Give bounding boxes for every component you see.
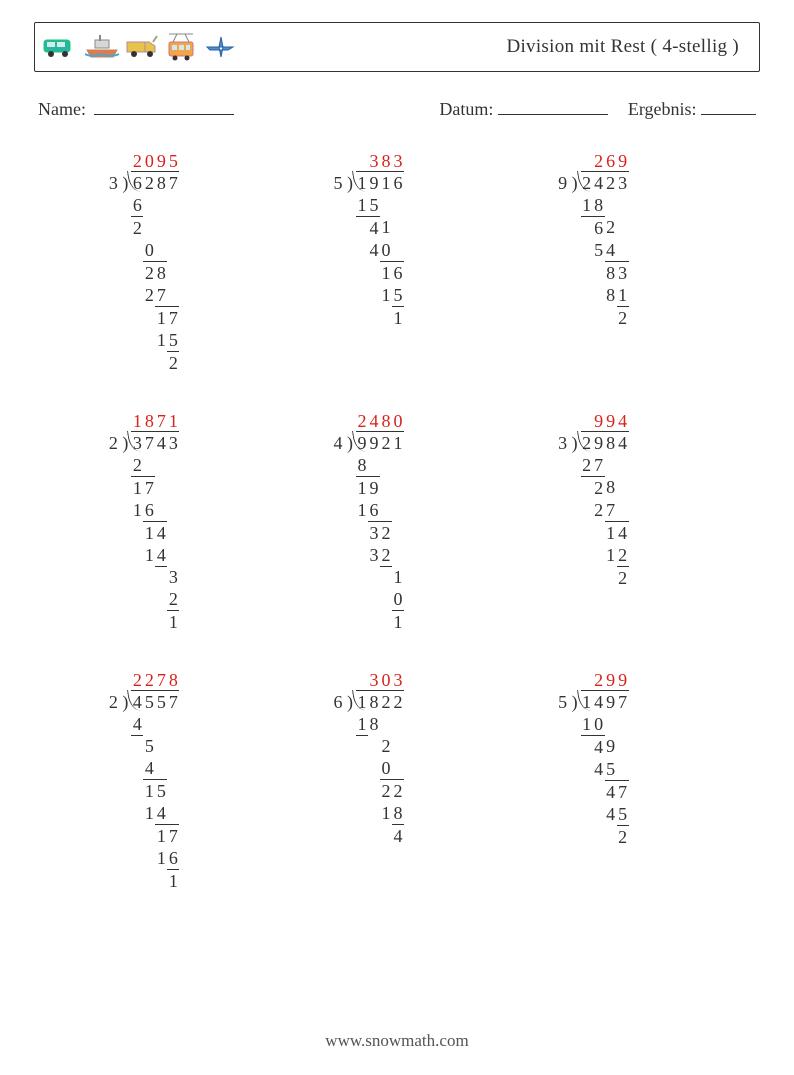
division-problem: 3036)1822182022184 [332, 669, 462, 892]
date-blank [498, 94, 608, 115]
name-blank [94, 94, 234, 115]
problem-grid: 20953)6287620282717152 3835)1916154140161… [0, 150, 794, 892]
problem-row: 18712)3743217161414321 24804)992181916323… [0, 410, 794, 633]
meta-row: Name: Datum: Ergebnis: [38, 94, 756, 120]
tram-icon [165, 32, 197, 62]
division-problem: 24804)9921819163232101 [332, 410, 462, 633]
result-blank [701, 94, 756, 115]
result-label: Ergebnis: [628, 99, 697, 119]
division-problem: 9943)298427282714122 [557, 410, 687, 633]
footer-url: www.snowmath.com [0, 1031, 794, 1051]
problem-row: 20953)6287620282717152 3835)1916154140161… [0, 150, 794, 374]
bus-icon [43, 34, 79, 60]
division-problem: 20953)6287620282717152 [107, 150, 237, 374]
division-problem: 2995)149710494547452 [557, 669, 687, 892]
date-label: Datum: [439, 99, 493, 119]
division-problem: 3835)191615414016151 [332, 150, 462, 374]
header: Division mit Rest ( 4-stellig ) [34, 22, 760, 72]
division-problem: 2699)242318625483812 [557, 150, 687, 374]
division-problem: 18712)3743217161414321 [107, 410, 237, 633]
boat-icon [85, 34, 119, 60]
icon-row [43, 32, 237, 62]
problem-row: 22782)4557454151417161 3036)1822182022184… [0, 669, 794, 892]
plane-icon [203, 32, 237, 62]
worksheet-title: Division mit Rest ( 4-stellig ) [506, 36, 739, 58]
division-problem: 22782)4557454151417161 [107, 669, 237, 892]
name-label: Name: [38, 99, 86, 120]
truck-icon [125, 34, 159, 60]
